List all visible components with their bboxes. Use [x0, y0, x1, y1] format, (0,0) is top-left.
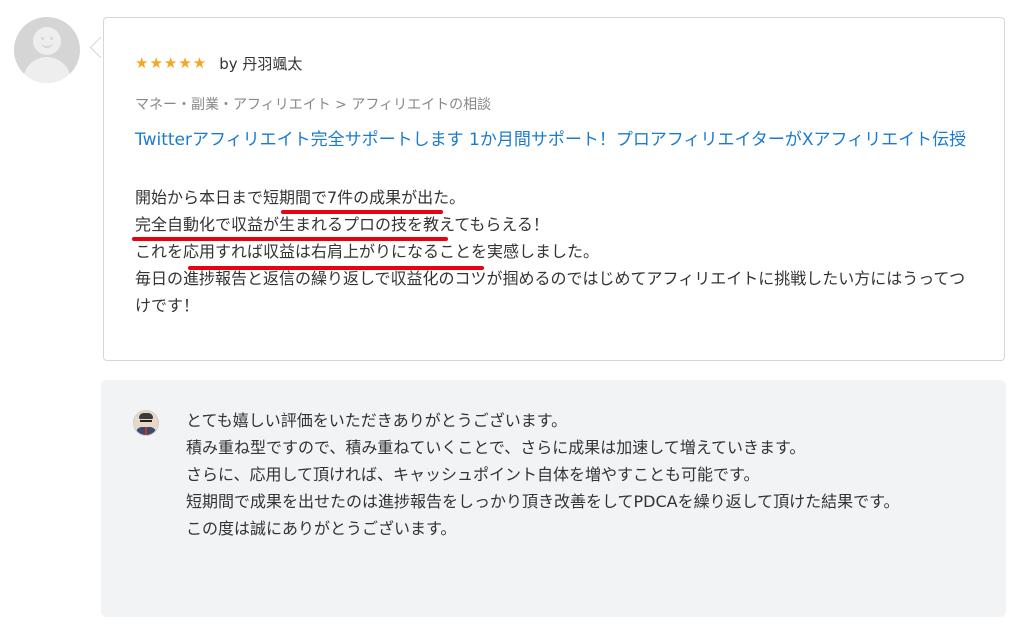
review-line: 開始から本日まで短期間で7件の成果が出た。	[135, 188, 466, 207]
avatar-body-shape	[23, 57, 71, 83]
reviewer-avatar[interactable]	[14, 17, 80, 83]
seller-avatar[interactable]	[133, 410, 159, 436]
seller-avatar-glasses	[140, 420, 152, 425]
category-breadcrumb: マネー・副業・アフィリエイト > アフィリエイトの相談	[135, 97, 492, 113]
reply-line: 短期間で成果を出せたのは進捗報告をしっかり頂き改善をしてPDCAを繰り返して頂け…	[186, 492, 900, 511]
reply-body: とても嬉しい評価をいただきありがとうございます。 積み重ね型ですので、積み重ねて…	[186, 407, 986, 542]
rating-row: ★★★★★ by 丹羽颯太	[135, 52, 302, 74]
star-rating: ★★★★★	[135, 54, 208, 72]
reply-line: この度は誠にありがとうございます。	[186, 519, 457, 538]
seller-reply-card: とても嬉しい評価をいただきありがとうございます。 積み重ね型ですので、積み重ねて…	[101, 380, 1006, 617]
reply-line: 積み重ね型ですので、積み重ねていくことで、さらに成果は加速して増えていきます。	[186, 438, 806, 457]
review-card: ★★★★★ by 丹羽颯太 マネー・副業・アフィリエイト > アフィリエイトの相…	[103, 17, 1005, 361]
seller-avatar-tie	[145, 427, 147, 435]
service-title-link[interactable]: Twitterアフィリエイト完全サポートします 1か月間サポート！プロアフィリエ…	[135, 126, 975, 154]
reply-line: とても嬉しい評価をいただきありがとうございます。	[186, 411, 568, 430]
seller-avatar-hair	[139, 413, 153, 419]
highlight-underline	[188, 266, 484, 270]
reviewer-name: by 丹羽颯太	[219, 54, 303, 73]
reply-line: さらに、応用して頂ければ、キャッシュポイント自体を増やすことも可能です。	[186, 465, 760, 484]
review-line: これを応用すれば収益は右肩上がりになることを実感しました。	[135, 242, 600, 261]
highlight-underline	[132, 237, 448, 241]
review-line: 毎日の進捗報告と返信の繰り返しで収益化のコツが掴めるのではじめてアフィリエイトに…	[135, 269, 966, 315]
review-body: 開始から本日まで短期間で7件の成果が出た。 完全自動化で収益が生まれるプロの技を…	[135, 184, 975, 319]
highlight-underline	[281, 210, 443, 214]
review-line: 完全自動化で収益が生まれるプロの技を教えてもらえる！	[135, 215, 549, 234]
